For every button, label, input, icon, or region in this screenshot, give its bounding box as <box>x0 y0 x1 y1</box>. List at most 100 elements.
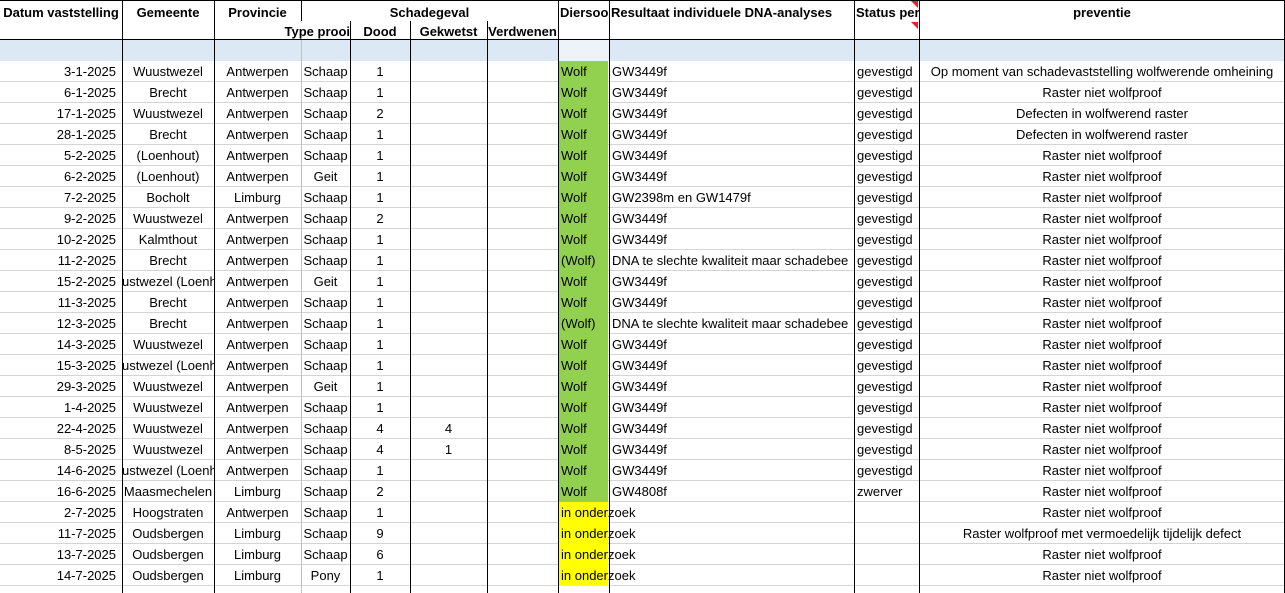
cell-gekwetst[interactable] <box>410 103 487 124</box>
cell-diersoort[interactable]: in onderzoek <box>558 544 635 565</box>
cell-preventie[interactable]: Raster niet wolfproof <box>919 565 1285 586</box>
cell-datum[interactable]: 22-4-2025 <box>0 418 122 439</box>
cell-dna[interactable] <box>609 565 854 586</box>
cell-preventie[interactable]: Raster niet wolfproof <box>919 376 1285 397</box>
cell-status[interactable]: gevestigd <box>854 124 919 145</box>
cell-diersoort[interactable]: Wolf <box>558 187 609 208</box>
cell-gemeente[interactable]: Oudsbergen <box>122 565 214 586</box>
cell-gemeente[interactable]: Wuustwezel <box>122 439 214 460</box>
cell-datum[interactable]: 10-2-2025 <box>0 229 122 250</box>
cell-status[interactable] <box>854 523 919 544</box>
cell-datum[interactable]: 11-3-2025 <box>0 292 122 313</box>
cell-status[interactable]: gevestigd <box>854 334 919 355</box>
cell-gekwetst[interactable] <box>410 145 487 166</box>
cell-diersoort[interactable]: Wolf <box>558 418 609 439</box>
cell-diersoort[interactable]: Wolf <box>558 397 609 418</box>
cell-dood[interactable]: 1 <box>350 397 410 418</box>
cell-gekwetst[interactable] <box>410 208 487 229</box>
cell-dood[interactable]: 2 <box>350 208 410 229</box>
cell-dna[interactable]: GW3449f <box>609 397 854 418</box>
cell-diersoort[interactable]: Wolf <box>558 145 609 166</box>
header-diersoort[interactable]: Diersoo <box>558 2 609 23</box>
cell-preventie[interactable]: Raster niet wolfproof <box>919 418 1285 439</box>
cell-provincie[interactable]: Antwerpen <box>214 229 301 250</box>
cell-provincie[interactable]: Antwerpen <box>214 124 301 145</box>
cell-gemeente[interactable]: Brecht <box>122 124 214 145</box>
cell-dna[interactable]: GW3449f <box>609 82 854 103</box>
cell-provincie[interactable]: Antwerpen <box>214 145 301 166</box>
cell-datum[interactable]: 12-3-2025 <box>0 313 122 334</box>
cell-dna[interactable]: GW3449f <box>609 61 854 82</box>
cell-dna[interactable]: GW2398m en GW1479f <box>609 187 854 208</box>
cell-gekwetst[interactable] <box>410 565 487 586</box>
cell-preventie[interactable]: Raster niet wolfproof <box>919 313 1285 334</box>
cell-gemeente[interactable]: Kalmthout <box>122 229 214 250</box>
cell-dood[interactable]: 1 <box>350 61 410 82</box>
cell-datum[interactable]: 15-3-2025 <box>0 355 122 376</box>
cell-provincie[interactable]: Antwerpen <box>214 439 301 460</box>
cell-diersoort[interactable]: Wolf <box>558 460 609 481</box>
cell-dna[interactable]: GW3449f <box>609 103 854 124</box>
cell-datum[interactable]: 14-3-2025 <box>0 334 122 355</box>
cell-datum[interactable]: 6-2-2025 <box>0 166 122 187</box>
cell-preventie[interactable]: Raster niet wolfproof <box>919 439 1285 460</box>
cell-gekwetst[interactable] <box>410 502 487 523</box>
cell-gekwetst[interactable] <box>410 355 487 376</box>
cell-provincie[interactable]: Antwerpen <box>214 82 301 103</box>
cell-provincie[interactable]: Antwerpen <box>214 502 301 523</box>
cell-preventie[interactable]: Defecten in wolfwerend raster <box>919 124 1285 145</box>
cell-gekwetst[interactable] <box>410 124 487 145</box>
cell-dna[interactable]: GW3449f <box>609 292 854 313</box>
cell-diersoort[interactable]: Wolf <box>558 208 609 229</box>
cell-prooi[interactable]: Geit <box>301 166 350 187</box>
cell-dna[interactable]: GW3449f <box>609 376 854 397</box>
cell-diersoort[interactable]: Wolf <box>558 292 609 313</box>
cell-prooi[interactable]: Schaap <box>301 82 350 103</box>
cell-provincie[interactable]: Antwerpen <box>214 103 301 124</box>
cell-dna[interactable]: GW3449f <box>609 355 854 376</box>
cell-prooi[interactable]: Schaap <box>301 229 350 250</box>
cell-dna[interactable]: GW4808f <box>609 481 854 502</box>
cell-status[interactable]: zwerver <box>854 481 919 502</box>
cell-dood[interactable]: 1 <box>350 82 410 103</box>
cell-preventie[interactable]: Raster wolfproof met vermoedelijk tijdel… <box>919 523 1285 544</box>
cell-provincie[interactable]: Limburg <box>214 481 301 502</box>
cell-dood[interactable]: 1 <box>350 502 410 523</box>
cell-gekwetst[interactable] <box>410 460 487 481</box>
cell-preventie[interactable]: Raster niet wolfproof <box>919 187 1285 208</box>
cell-gemeente[interactable]: Brecht <box>122 313 214 334</box>
cell-gekwetst[interactable] <box>410 271 487 292</box>
cell-dood[interactable]: 1 <box>350 376 410 397</box>
cell-gekwetst[interactable]: 1 <box>410 439 487 460</box>
cell-prooi[interactable]: Schaap <box>301 208 350 229</box>
cell-gekwetst[interactable] <box>410 313 487 334</box>
cell-gekwetst[interactable] <box>410 481 487 502</box>
header-status[interactable]: Status per <box>854 2 919 23</box>
cell-status[interactable]: gevestigd <box>854 292 919 313</box>
cell-diersoort[interactable]: Wolf <box>558 355 609 376</box>
cell-prooi[interactable]: Schaap <box>301 502 350 523</box>
cell-prooi[interactable]: Geit <box>301 271 350 292</box>
cell-dna[interactable]: GW3449f <box>609 229 854 250</box>
cell-gekwetst[interactable] <box>410 376 487 397</box>
cell-gemeente[interactable]: ustwezel (Loenh <box>122 460 214 481</box>
cell-provincie[interactable]: Antwerpen <box>214 292 301 313</box>
cell-gekwetst[interactable] <box>410 229 487 250</box>
cell-dna[interactable]: GW3449f <box>609 460 854 481</box>
cell-prooi[interactable]: Schaap <box>301 334 350 355</box>
cell-provincie[interactable]: Limburg <box>214 523 301 544</box>
header-preventie[interactable]: preventie <box>919 2 1285 23</box>
cell-status[interactable]: gevestigd <box>854 145 919 166</box>
cell-preventie[interactable]: Raster niet wolfproof <box>919 355 1285 376</box>
cell-gekwetst[interactable]: 4 <box>410 418 487 439</box>
cell-gekwetst[interactable] <box>410 187 487 208</box>
cell-preventie[interactable]: Raster niet wolfproof <box>919 229 1285 250</box>
cell-status[interactable]: gevestigd <box>854 376 919 397</box>
cell-datum[interactable]: 3-1-2025 <box>0 61 122 82</box>
cell-datum[interactable]: 15-2-2025 <box>0 271 122 292</box>
cell-prooi[interactable]: Schaap <box>301 61 350 82</box>
cell-datum[interactable]: 13-7-2025 <box>0 544 122 565</box>
header-datum[interactable]: Datum vaststelling <box>0 2 122 23</box>
cell-preventie[interactable]: Raster niet wolfproof <box>919 166 1285 187</box>
cell-dood[interactable]: 6 <box>350 544 410 565</box>
